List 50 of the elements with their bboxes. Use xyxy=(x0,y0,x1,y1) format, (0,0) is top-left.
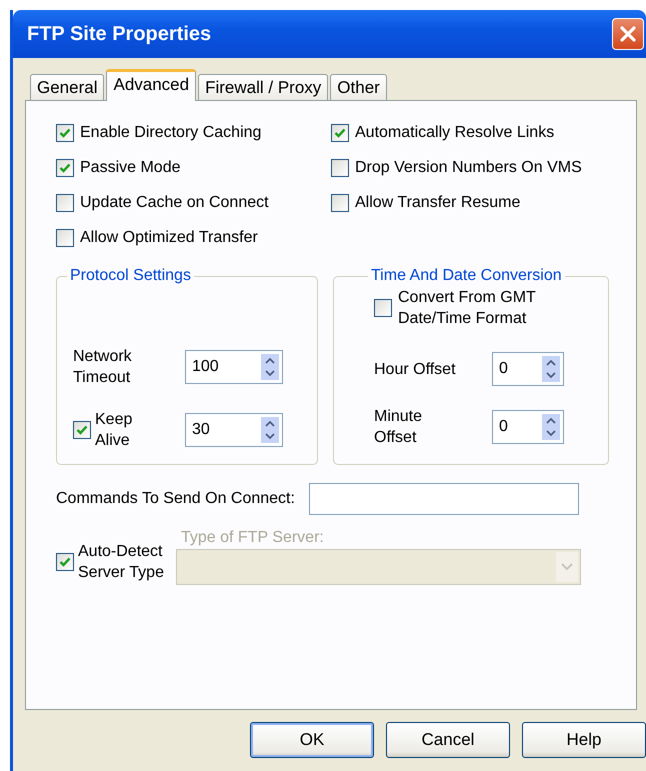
group-title: Protocol Settings xyxy=(69,267,192,285)
spinner-arrows-icon[interactable] xyxy=(261,417,279,443)
checkbox-label: Automatically Resolve Links xyxy=(355,124,554,142)
checkbox[interactable] xyxy=(331,158,349,176)
checkmark-icon xyxy=(59,162,71,174)
checkbox-label: Allow Transfer Resume xyxy=(355,194,520,212)
close-button[interactable] xyxy=(612,18,644,50)
spinner-arrows-icon[interactable] xyxy=(542,414,560,440)
tab[interactable]: Firewall / Proxy xyxy=(198,74,328,100)
close-icon xyxy=(619,25,637,43)
checkbox[interactable] xyxy=(73,421,91,439)
field-label: Hour Offset xyxy=(374,360,456,380)
dialog-button[interactable]: Help xyxy=(522,722,646,758)
checkbox-label: Drop Version Numbers On VMS xyxy=(355,158,582,176)
spinner-arrows-icon[interactable] xyxy=(261,354,279,380)
checkbox-label: Passive Mode xyxy=(80,158,180,176)
tab[interactable]: Other xyxy=(330,74,387,100)
tab[interactable]: General xyxy=(30,74,104,100)
checkbox[interactable] xyxy=(56,158,74,176)
checkmark-icon xyxy=(76,424,88,436)
checkmark-icon xyxy=(59,126,71,138)
group-title: Time And Date Conversion xyxy=(370,267,563,285)
spinner-field[interactable]: 100 xyxy=(185,350,283,384)
window-title: FTP Site Properties xyxy=(27,22,212,46)
checkbox-label: Update Cache on Connect xyxy=(80,194,269,212)
checkbox[interactable] xyxy=(56,228,74,246)
tab[interactable]: Advanced xyxy=(106,69,196,101)
checkmark-icon xyxy=(59,556,71,568)
spinner-field[interactable]: 0 xyxy=(492,352,564,386)
field-label: Minute Offset xyxy=(374,407,422,448)
dialog-button[interactable]: Cancel xyxy=(386,722,510,758)
field-label: Keep Alive xyxy=(95,410,132,451)
checkbox-label: Enable Directory Caching xyxy=(80,124,262,142)
checkbox[interactable] xyxy=(374,299,392,317)
checkbox-label: Auto-Detect Server Type xyxy=(78,542,164,583)
checkbox-label: Convert From GMT Date/Time Format xyxy=(398,288,536,329)
dialog-button[interactable]: OK xyxy=(250,722,374,758)
checkbox[interactable] xyxy=(331,194,349,212)
field-label: Commands To Send On Connect: xyxy=(56,490,295,508)
spinner-arrows-icon[interactable] xyxy=(542,356,560,382)
field-label: Network Timeout xyxy=(73,347,132,388)
commands-field[interactable] xyxy=(308,483,579,515)
checkbox[interactable] xyxy=(56,124,74,142)
checkbox[interactable] xyxy=(331,124,349,142)
checkbox-label: Allow Optimized Transfer xyxy=(80,228,258,246)
checkmark-icon xyxy=(334,126,346,138)
checkbox[interactable] xyxy=(56,194,74,212)
combo-label: Type of FTP Server: xyxy=(180,529,325,547)
spinner-field[interactable]: 0 xyxy=(492,410,564,444)
spinner-field[interactable]: 30 xyxy=(185,413,283,447)
